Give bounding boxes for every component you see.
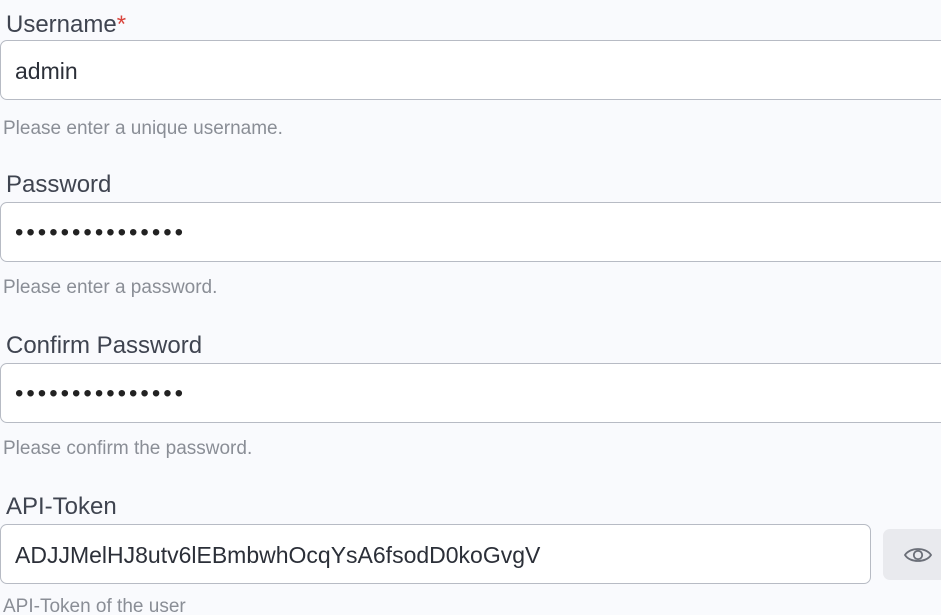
api-token-input[interactable]: ADJJMelHJ8utv6lEBmbwhOcqYsA6fsodD0koGvgV — [0, 524, 871, 584]
username-help: Please enter a unique username. — [3, 118, 283, 139]
password-input[interactable]: ••••••••••••••• — [0, 202, 941, 262]
toggle-token-visibility-button[interactable] — [883, 529, 941, 580]
api-token-label: API-Token — [6, 493, 117, 520]
confirm-password-label: Confirm Password — [6, 332, 203, 359]
api-token-help: API-Token of the user — [3, 596, 186, 615]
eye-icon — [903, 545, 933, 565]
confirm-password-input[interactable]: ••••••••••••••• — [0, 363, 941, 423]
password-label: Password — [6, 171, 112, 198]
username-label: Username* — [6, 11, 127, 38]
required-marker: * — [116, 11, 127, 38]
user-form: Username* admin Please enter a unique us… — [0, 0, 941, 615]
confirm-password-help: Please confirm the password. — [3, 438, 253, 459]
username-input[interactable]: admin — [0, 40, 941, 100]
password-help: Please enter a password. — [3, 277, 218, 298]
